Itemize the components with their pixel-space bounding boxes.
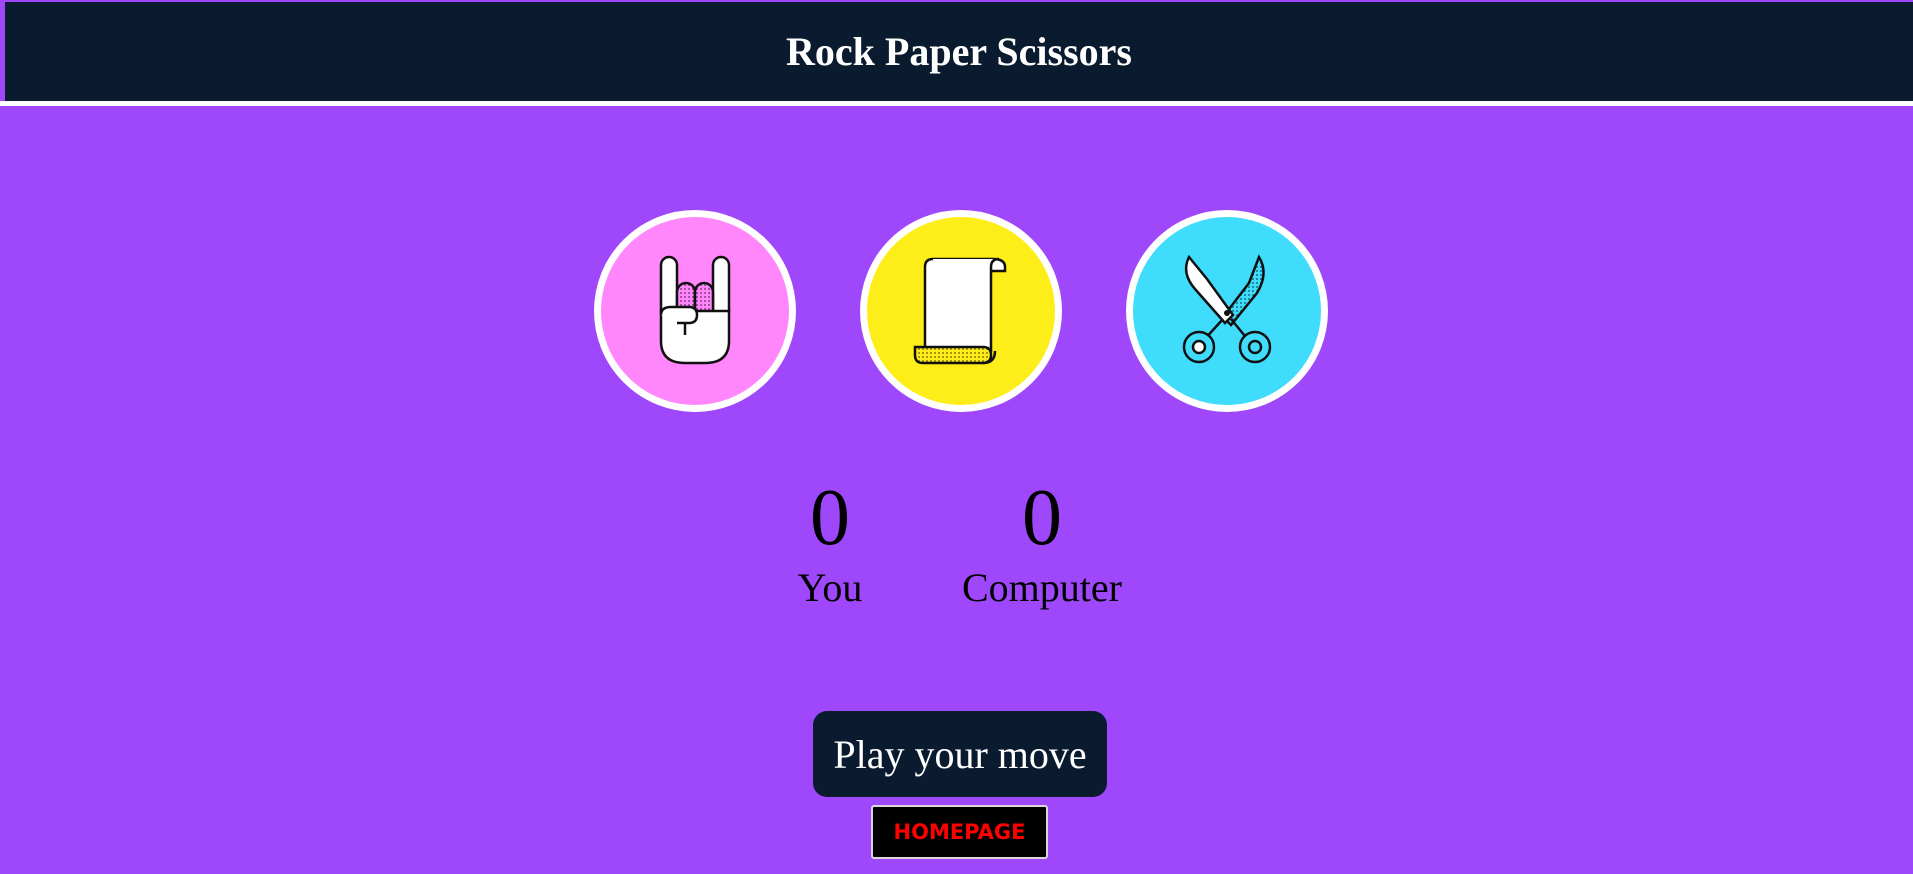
user-score-value: 0 (810, 474, 850, 562)
paper-scroll-icon (913, 255, 1009, 367)
header-divider (0, 101, 1913, 106)
computer-score: 0 Computer (942, 470, 1142, 610)
page-header: Rock Paper Scissors (5, 2, 1913, 101)
choices-container (0, 210, 1913, 412)
rock-hand-icon (655, 255, 735, 367)
scissors-choice-button[interactable] (1126, 210, 1328, 412)
rock-choice-button[interactable] (594, 210, 796, 412)
status-message: Play your move (813, 711, 1107, 797)
homepage-button[interactable]: HOMEPAGE (871, 805, 1048, 859)
user-score-label: You (797, 565, 863, 610)
paper-choice-button[interactable] (860, 210, 1062, 412)
user-score: 0 You (730, 470, 930, 610)
computer-score-value: 0 (1022, 474, 1062, 562)
computer-score-label: Computer (962, 565, 1122, 610)
page-title: Rock Paper Scissors (786, 29, 1132, 74)
scissors-icon (1179, 253, 1275, 369)
